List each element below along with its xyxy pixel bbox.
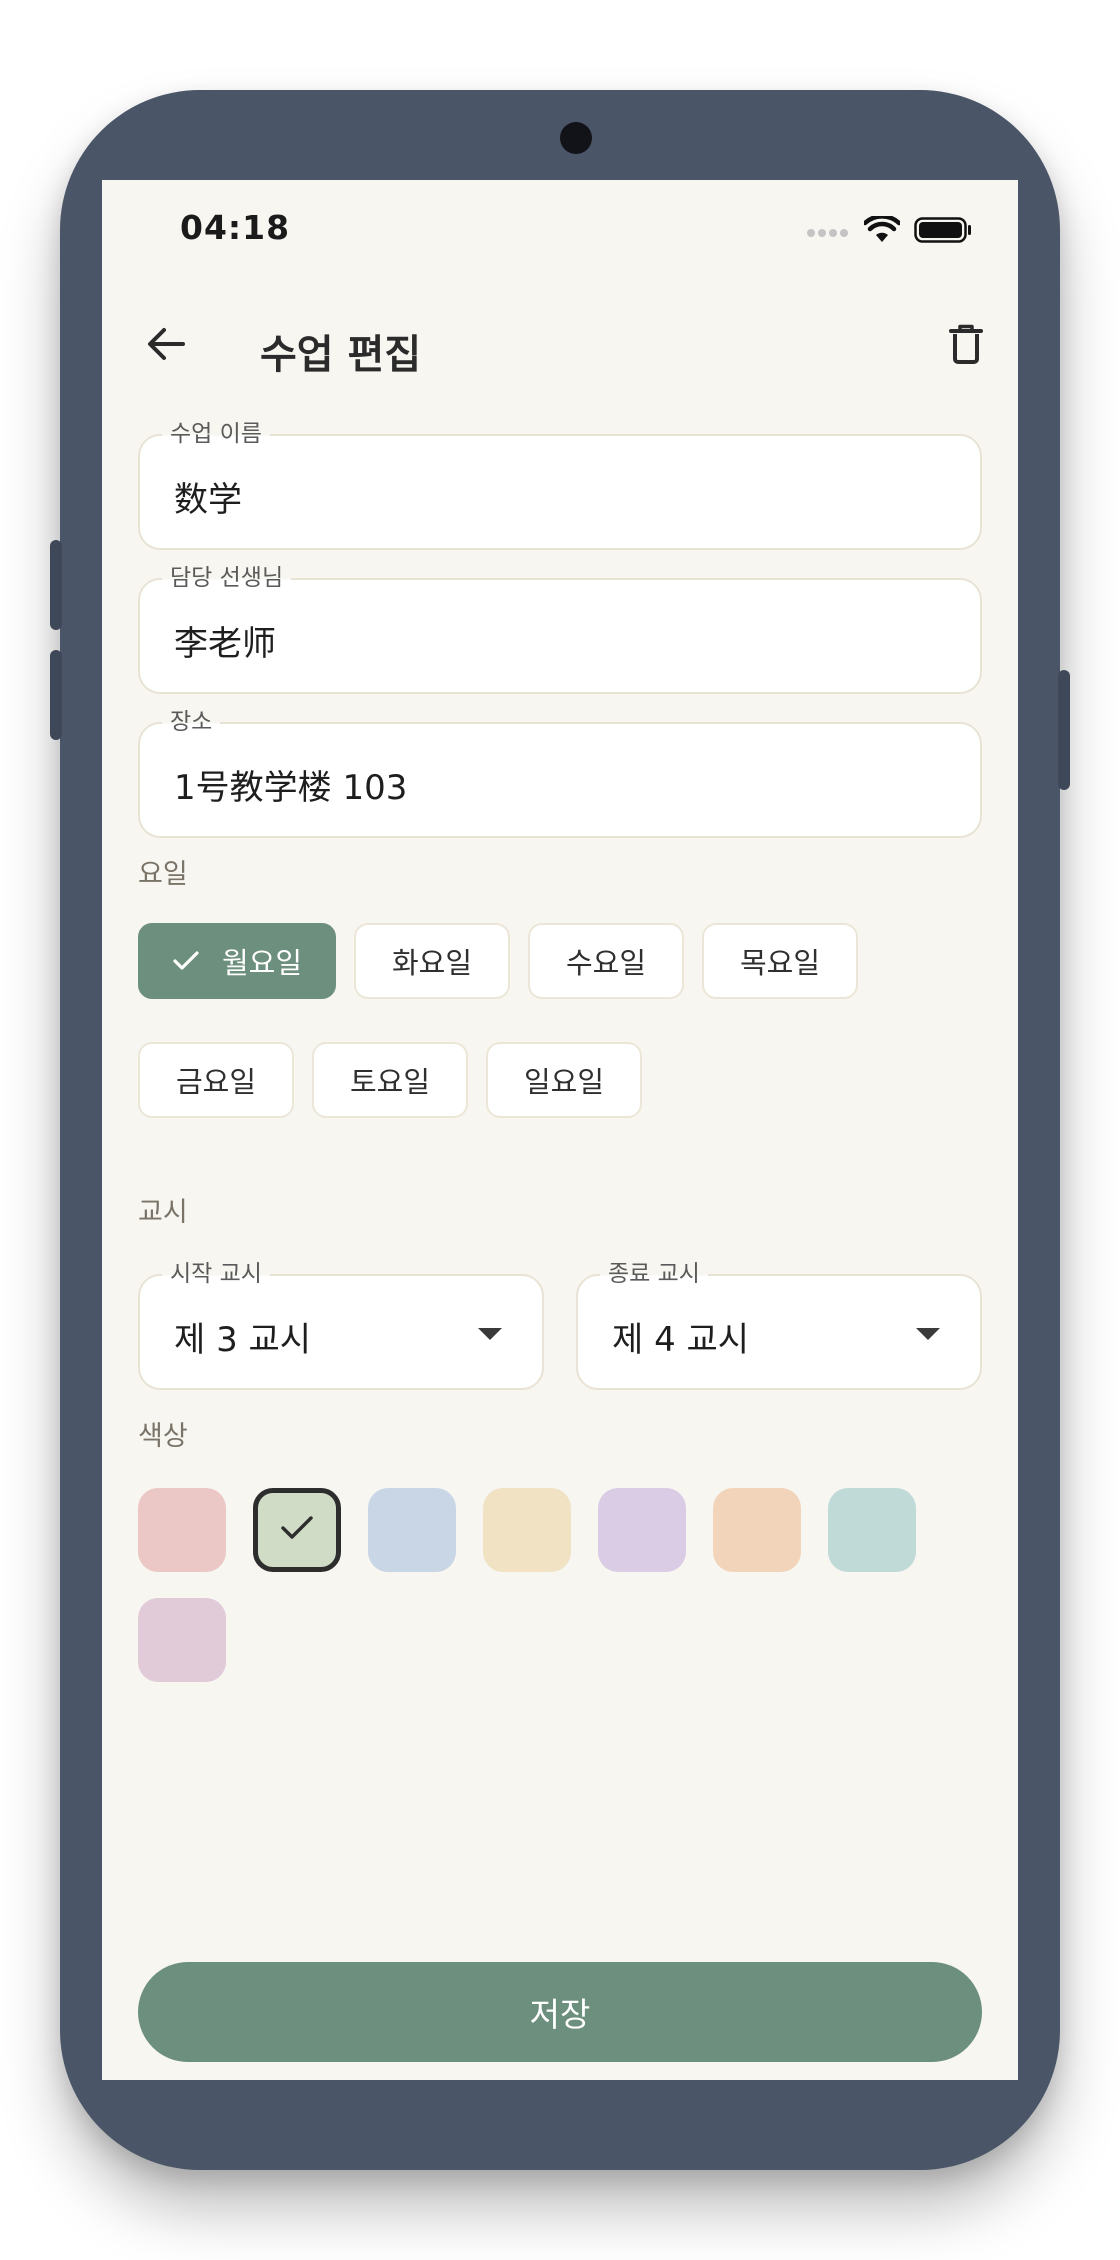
day-chip-label: 목요일	[739, 946, 821, 980]
period-section-label: 교시	[138, 1197, 188, 1228]
day-chip-label: 화요일	[391, 946, 473, 980]
day-chip-mon[interactable]: 월요일	[138, 923, 336, 999]
teacher-input[interactable]: 李老师	[174, 616, 934, 665]
trash-icon	[949, 324, 983, 368]
back-button[interactable]	[136, 316, 196, 376]
start-period-value: 제 3 교시	[174, 1320, 312, 1360]
color-swatch[interactable]	[253, 1488, 341, 1572]
class-name-input[interactable]: 数学	[174, 472, 934, 521]
check-icon	[172, 950, 200, 972]
save-button[interactable]: 저장	[138, 1962, 982, 2062]
start-period-label: 시작 교시	[162, 1260, 270, 1288]
class-name-label: 수업 이름	[162, 420, 270, 448]
location-field[interactable]: 장소 1号教学楼 103	[138, 708, 982, 838]
status-bar: 04:18	[102, 180, 1018, 280]
color-swatch[interactable]	[138, 1488, 226, 1572]
day-chip-label: 토요일	[349, 1065, 431, 1099]
day-chip-sun[interactable]: 일요일	[486, 1042, 642, 1118]
color-swatch[interactable]	[138, 1598, 226, 1682]
phone-frame: 04:18 수업 편집 수업 이름 数学 담당 선생님 李老师 장소 1号教学楼…	[50, 90, 1070, 2170]
day-chip-tue[interactable]: 화요일	[354, 923, 510, 999]
volume-down-button	[50, 650, 62, 740]
day-chip-wed[interactable]: 수요일	[528, 923, 684, 999]
app-bar: 수업 편집	[102, 280, 1018, 410]
signal-dots-icon	[806, 223, 850, 242]
end-period-value: 제 4 교시	[612, 1320, 750, 1360]
delete-button[interactable]	[936, 316, 996, 376]
wifi-icon	[862, 214, 902, 248]
save-button-label: 저장	[529, 1995, 591, 2034]
front-camera	[560, 122, 592, 154]
chevron-down-icon	[916, 1328, 940, 1340]
end-period-select[interactable]: 종료 교시 제 4 교시	[576, 1260, 982, 1390]
color-swatch[interactable]	[483, 1488, 571, 1572]
color-swatch[interactable]	[828, 1488, 916, 1572]
color-swatch[interactable]	[598, 1488, 686, 1572]
volume-up-button	[50, 540, 62, 630]
color-swatch[interactable]	[368, 1488, 456, 1572]
day-chip-thu[interactable]: 목요일	[702, 923, 858, 999]
day-chip-fri[interactable]: 금요일	[138, 1042, 294, 1118]
teacher-label: 담당 선생님	[162, 564, 292, 592]
teacher-field[interactable]: 담당 선생님 李老师	[138, 564, 982, 694]
app-screen: 04:18 수업 편집 수업 이름 数学 담당 선생님 李老师 장소 1号教学楼…	[102, 180, 1018, 2080]
color-swatch[interactable]	[713, 1488, 801, 1572]
check-icon	[280, 1515, 314, 1545]
end-period-label: 종료 교시	[600, 1260, 708, 1288]
page-title: 수업 편집	[260, 332, 422, 378]
status-time: 04:18	[180, 208, 291, 247]
status-icons	[806, 212, 972, 252]
power-button	[1058, 670, 1070, 790]
day-chip-label: 수요일	[565, 946, 647, 980]
day-chip-label: 일요일	[523, 1065, 605, 1099]
start-period-select[interactable]: 시작 교시 제 3 교시	[138, 1260, 544, 1390]
arrow-left-icon	[146, 326, 186, 366]
days-section-label: 요일	[138, 859, 188, 890]
chevron-down-icon	[478, 1328, 502, 1340]
color-section-label: 색상	[138, 1421, 188, 1452]
battery-icon	[914, 217, 972, 247]
day-chip-label: 월요일	[221, 946, 303, 980]
location-label: 장소	[162, 708, 221, 736]
day-chip-sat[interactable]: 토요일	[312, 1042, 468, 1118]
location-input[interactable]: 1号教学楼 103	[174, 760, 934, 809]
day-chip-label: 금요일	[175, 1065, 257, 1099]
class-name-field[interactable]: 수업 이름 数学	[138, 420, 982, 550]
